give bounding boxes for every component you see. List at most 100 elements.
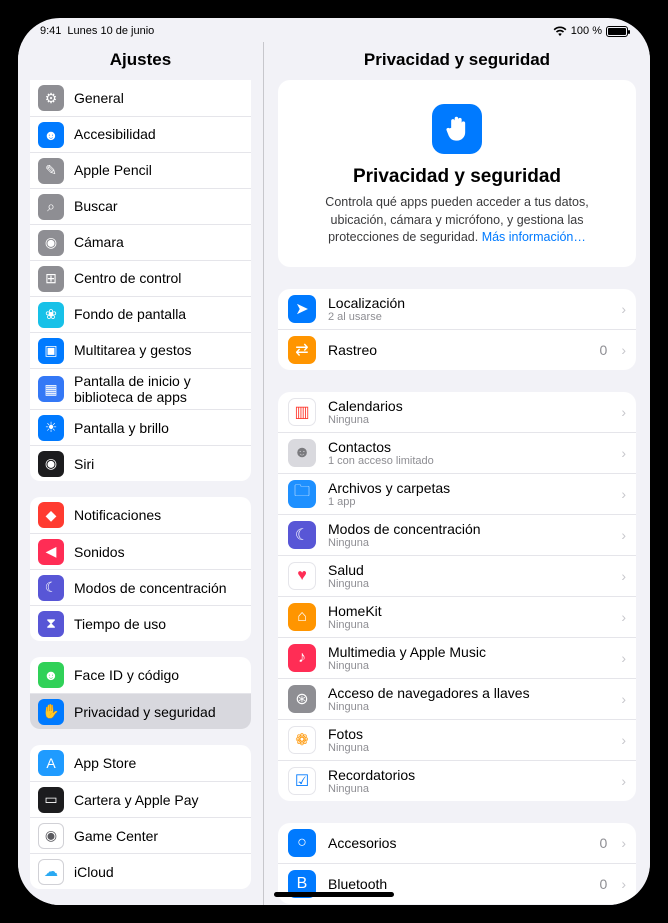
sidebar-group: ◆Notificaciones ◀︎ Sonidos ☾Modos de concen… (30, 497, 251, 641)
sidebar-item-privacy[interactable]: ✋Privacidad y seguridad (30, 693, 251, 729)
sidebar-scroll[interactable]: ⚙︎General ☻ Accesibilidad ✎Apple Pencil ⌕ Bus… (18, 80, 263, 905)
home-screen-icon: ▦ (38, 376, 64, 402)
detail-item-tracking[interactable]: ⇄Rastreo0› (278, 329, 636, 370)
sidebar-item-accessibility[interactable]: ☻ Accesibilidad (30, 116, 251, 152)
apple-pencil-icon: ✎ (38, 158, 64, 184)
control-center-icon: ⊞ (38, 266, 64, 292)
sidebar-item-search[interactable]: ⌕ Buscar (30, 188, 251, 224)
faceid-icon: ☻ (38, 662, 64, 688)
wifi-icon (553, 26, 567, 37)
sidebar-group: AApp Store▭Cartera y Apple Pay◉Game Cent… (30, 745, 251, 889)
sidebar-item-screen-time[interactable]: ⧗ Tiempo de uso (30, 605, 251, 641)
sidebar-item-label: Cámara (74, 234, 124, 250)
sidebar-item-display[interactable]: ☀ Pantalla y brillo (30, 409, 251, 445)
sidebar-item-siri[interactable]: ◉Siri (30, 445, 251, 481)
sidebar-item-label: Buscar (74, 198, 118, 214)
general-icon: ⚙︎ (38, 85, 64, 111)
detail-item-accessories[interactable]: ○Accesorios0› (278, 823, 636, 863)
detail-item-title: Accesorios (328, 835, 588, 851)
sidebar-item-multitask[interactable]: ▣Multitarea y gestos (30, 332, 251, 368)
files-icon: 🗀 (288, 480, 316, 508)
ipad-frame: 9:41 Lunes 10 de junio 100 % Ajustes ⚙︎G… (0, 0, 668, 923)
home-indicator[interactable] (274, 892, 394, 897)
sidebar-item-apple-pencil[interactable]: ✎Apple Pencil (30, 152, 251, 188)
detail-item-subtitle: 1 app (328, 496, 609, 508)
sidebar-item-wallet[interactable]: ▭Cartera y Apple Pay (30, 781, 251, 817)
sidebar-group: ☻ Face ID y código ✋Privacidad y seguridad (30, 657, 251, 729)
hero-title: Privacidad y seguridad (300, 166, 614, 188)
detail-item-passkeys[interactable]: ⊛Acceso de navegadores a llavesNinguna› (278, 678, 636, 719)
chevron-right-icon: › (621, 527, 626, 543)
sidebar-item-label: Sonidos (74, 544, 125, 560)
detail-item-title: HomeKit (328, 603, 609, 619)
detail-item-subtitle: Ninguna (328, 701, 609, 713)
search-icon: ⌕ (38, 194, 64, 220)
detail-item-contacts[interactable]: ☻Contactos1 con acceso limitado› (278, 432, 636, 473)
detail-item-location[interactable]: ➤Localización2 al usarse› (278, 289, 636, 329)
detail-item-focus-modes[interactable]: ☾Modos de concentraciónNinguna› (278, 514, 636, 555)
sidebar-item-icloud[interactable]: ☁︎iCloud (30, 853, 251, 889)
detail-item-health[interactable]: ♥SaludNinguna› (278, 555, 636, 596)
detail-item-reminders[interactable]: ☑RecordatoriosNinguna› (278, 760, 636, 801)
chevron-right-icon: › (621, 609, 626, 625)
sidebar-item-faceid[interactable]: ☻ Face ID y código (30, 657, 251, 693)
multitask-icon: ▣ (38, 338, 64, 364)
sidebar-item-sounds[interactable]: ◀︎ Sonidos (30, 533, 251, 569)
detail-item-homekit[interactable]: ⌂HomeKitNinguna› (278, 596, 636, 637)
wallpaper-icon: ❀ (38, 302, 64, 328)
sidebar-item-focus[interactable]: ☾Modos de concentración (30, 569, 251, 605)
status-date: Lunes 10 de junio (67, 25, 154, 37)
health-icon: ♥ (288, 562, 316, 590)
sidebar-title: Ajustes (18, 42, 263, 80)
sidebar-item-notifications[interactable]: ◆Notificaciones (30, 497, 251, 533)
sidebar-item-app-store[interactable]: AApp Store (30, 745, 251, 781)
detail-item-title: Archivos y carpetas (328, 480, 609, 496)
photos-icon: ❁ (288, 726, 316, 754)
detail-item-subtitle: 2 al usarse (328, 311, 609, 323)
detail-item-title: Acceso de navegadores a llaves (328, 685, 609, 701)
sounds-icon: ◀︎ (38, 539, 64, 565)
detail-item-calendars[interactable]: ▥CalendariosNinguna› (278, 392, 636, 432)
focus-icon: ☾ (38, 575, 64, 601)
hero-more-link[interactable]: Más información… (482, 230, 586, 244)
detail-scroll[interactable]: Privacidad y seguridad Controla qué apps… (264, 80, 650, 905)
detail-item-subtitle: Ninguna (328, 578, 609, 590)
detail-item-files[interactable]: 🗀Archivos y carpetas1 app› (278, 473, 636, 514)
sidebar-item-general[interactable]: ⚙︎General (30, 80, 251, 116)
screen-time-icon: ⧗ (38, 611, 64, 637)
focus-modes-icon: ☾ (288, 521, 316, 549)
detail-item-title: Contactos (328, 439, 609, 455)
detail-item-bluetooth[interactable]: BBluetooth0› (278, 863, 636, 904)
sidebar-item-label: Face ID y código (74, 667, 179, 683)
sidebar-item-wallpaper[interactable]: ❀Fondo de pantalla (30, 296, 251, 332)
tracking-icon: ⇄ (288, 336, 316, 364)
sidebar-item-label: Pantalla y brillo (74, 420, 169, 436)
detail-item-trail: 0 (600, 835, 608, 851)
sidebar-item-game-center[interactable]: ◉Game Center (30, 817, 251, 853)
location-icon: ➤ (288, 295, 316, 323)
chevron-right-icon: › (621, 691, 626, 707)
sidebar-item-label: Tiempo de uso (74, 616, 166, 632)
detail-item-media[interactable]: ♪Multimedia y Apple MusicNinguna› (278, 637, 636, 678)
detail-item-title: Localización (328, 295, 609, 311)
sidebar-item-home-screen[interactable]: ▦Pantalla de inicio y biblioteca de apps (30, 368, 251, 409)
sidebar-item-label: Notificaciones (74, 507, 161, 523)
detail-item-trail: 0 (600, 876, 608, 892)
chevron-right-icon: › (621, 732, 626, 748)
detail-item-subtitle: Ninguna (328, 619, 609, 631)
status-bar: 9:41 Lunes 10 de junio 100 % (18, 18, 650, 42)
icloud-icon: ☁︎ (38, 859, 64, 885)
detail-item-title: Fotos (328, 726, 609, 742)
sidebar-item-label: Siri (74, 456, 94, 472)
sidebar-item-label: Accesibilidad (74, 126, 156, 142)
display-icon: ☀ (38, 415, 64, 441)
chevron-right-icon: › (621, 404, 626, 420)
detail-item-photos[interactable]: ❁FotosNinguna› (278, 719, 636, 760)
game-center-icon: ◉ (38, 823, 64, 849)
sidebar-item-camera[interactable]: ◉Cámara (30, 224, 251, 260)
accessibility-icon: ☻ (38, 122, 64, 148)
hero-desc: Controla qué apps pueden acceder a tus d… (300, 194, 614, 247)
sidebar-item-control-center[interactable]: ⊞ Centro de control (30, 260, 251, 296)
status-time: 9:41 (40, 25, 61, 37)
sidebar-item-label: Centro de control (74, 270, 181, 286)
